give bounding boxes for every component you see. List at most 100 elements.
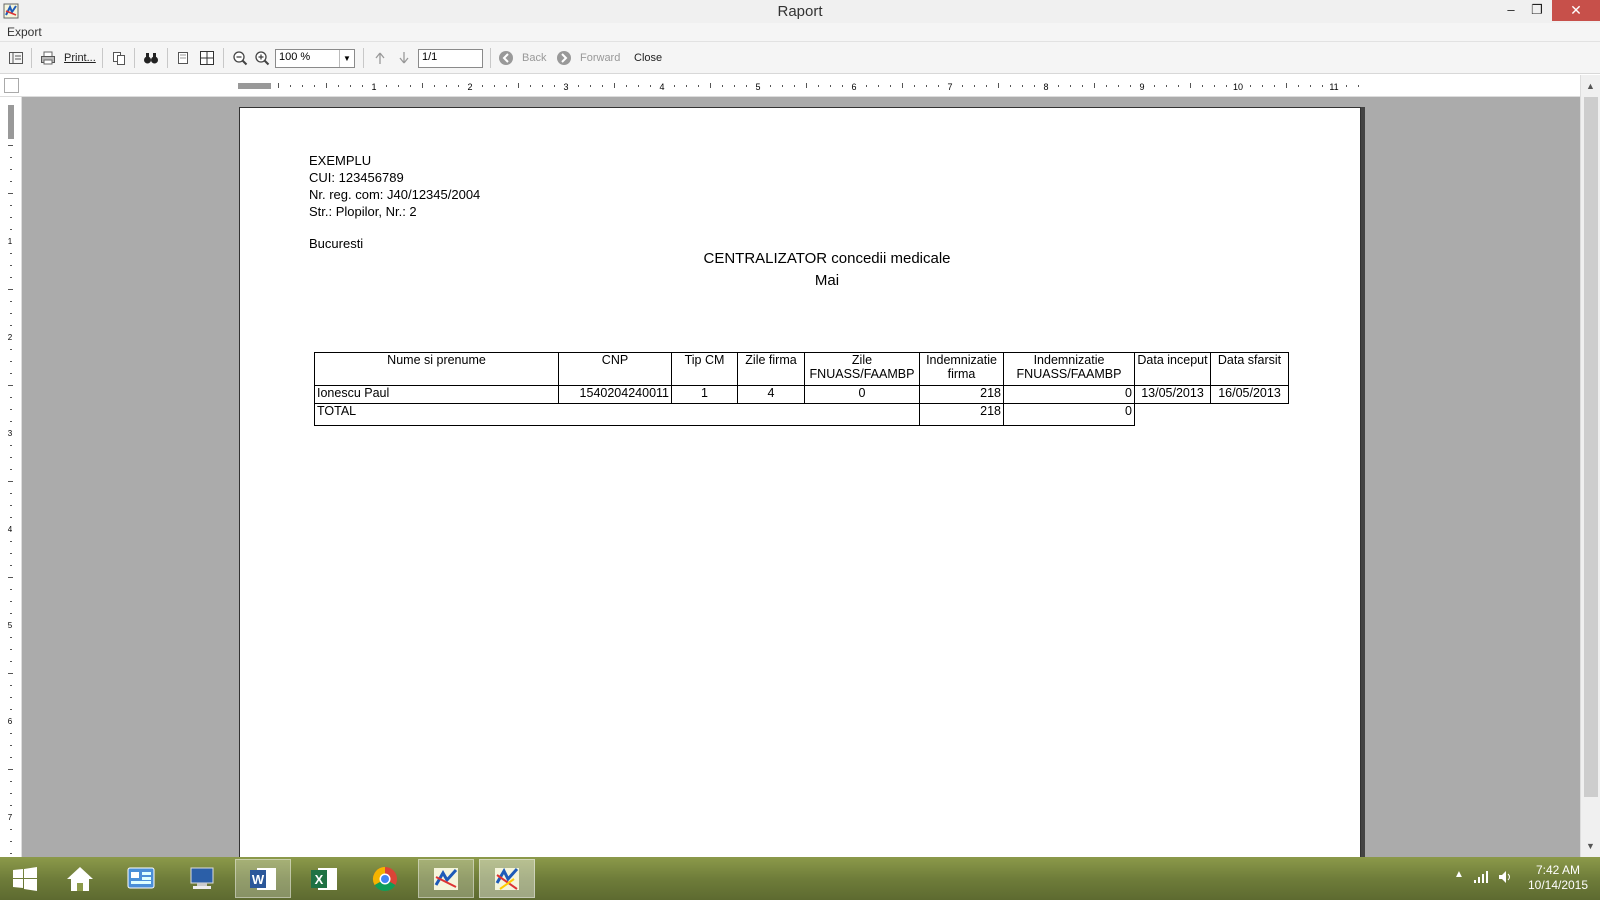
zoom-in-icon[interactable] <box>254 50 270 66</box>
ruler-tick <box>578 85 579 87</box>
ruler-tick <box>554 85 555 87</box>
ruler-label: 2 <box>8 333 13 342</box>
ruler-label: 1 <box>371 82 376 92</box>
volume-icon[interactable] <box>1498 870 1514 884</box>
ruler-label: 10 <box>1233 82 1243 92</box>
table-row: Ionescu Paul 1540204240011 1 4 0 218 0 1… <box>314 385 1289 404</box>
zoom-out-icon[interactable] <box>232 50 248 66</box>
taskbar-chrome[interactable] <box>357 859 413 898</box>
ruler-tick <box>830 85 831 87</box>
windows-logo-icon <box>13 866 37 891</box>
scroll-up-arrow-icon[interactable]: ▲ <box>1581 78 1600 95</box>
ruler-tick <box>1118 85 1119 87</box>
taskbar-app-1[interactable] <box>418 859 474 898</box>
company-address: Str.: Plopilor, Nr.: 2 <box>309 204 417 219</box>
ruler-tick <box>1070 85 1071 87</box>
ruler-tick <box>10 409 12 410</box>
outline-toggle-icon[interactable] <box>8 50 24 66</box>
ruler-tick <box>8 769 13 770</box>
ruler-tick <box>1154 85 1155 87</box>
ruler-tick <box>986 85 987 87</box>
find-binoculars-icon[interactable] <box>143 50 159 66</box>
taskbar-computer[interactable] <box>174 859 230 898</box>
ruler-tick <box>1274 85 1275 87</box>
report-viewport[interactable]: EXEMPLU CUI: 123456789 Nr. reg. com: J40… <box>22 97 1580 857</box>
ruler-tick <box>8 289 13 290</box>
window-title: Raport <box>777 3 823 20</box>
restore-button[interactable]: ❐ <box>1523 0 1551 21</box>
ruler-tick <box>10 829 12 830</box>
ruler-tick <box>8 145 13 146</box>
ruler-tick <box>10 445 12 446</box>
ruler-tick <box>938 85 939 87</box>
column-header: Indemnizatie FNUASS/FAAMBP <box>1003 352 1135 386</box>
start-button[interactable] <box>2 859 48 898</box>
next-page-icon[interactable] <box>396 50 412 66</box>
ruler-margin-marker <box>8 105 14 139</box>
ruler-label: 5 <box>8 621 13 630</box>
ruler-tick <box>386 85 387 87</box>
menu-export[interactable]: Export <box>7 25 42 39</box>
svg-text:X: X <box>315 872 324 887</box>
ruler-tick <box>10 661 12 662</box>
ruler-tick <box>10 169 12 170</box>
ruler-tick <box>926 85 927 87</box>
taskbar-excel[interactable]: X <box>296 859 352 898</box>
taskbar-app-raport[interactable] <box>479 859 535 898</box>
ruler-tick <box>1214 85 1215 87</box>
close-window-button[interactable]: ✕ <box>1552 0 1600 21</box>
vertical-scrollbar[interactable]: ▲ ▼ <box>1580 75 1600 857</box>
ruler-tick <box>974 85 975 87</box>
network-icon[interactable] <box>1473 870 1489 884</box>
ruler-tick <box>10 553 12 554</box>
forward-button[interactable]: Forward <box>580 52 620 68</box>
minimize-button[interactable]: – <box>1497 0 1525 21</box>
vertical-ruler-scale: 1 2 3 4 5 6 7 <box>8 105 14 854</box>
ruler-tick <box>10 853 12 854</box>
ruler-tick <box>8 673 13 674</box>
chrome-icon <box>372 866 397 891</box>
previous-page-icon[interactable] <box>372 50 388 66</box>
taskbar-control-panel[interactable] <box>113 859 169 898</box>
ruler-tick <box>602 85 603 87</box>
ruler-tick <box>806 83 807 88</box>
ruler-tick <box>10 601 12 602</box>
copy-icon[interactable] <box>111 50 127 66</box>
tray-show-hidden-icon[interactable]: ▲ <box>1454 869 1464 880</box>
ruler-tick <box>866 85 867 87</box>
ruler-tick <box>1094 83 1095 88</box>
table-header-row: Nume si prenume CNP Tip CM Zile firma Zi… <box>314 352 1289 386</box>
close-button[interactable]: Close <box>634 52 662 68</box>
ruler-tick <box>10 565 12 566</box>
column-header: Zile firma <box>737 352 805 386</box>
ruler-tick <box>10 757 12 758</box>
ruler-tick <box>458 85 459 87</box>
ruler-tick <box>8 193 13 194</box>
system-clock[interactable]: 7:42 AM 10/14/2015 <box>1520 863 1596 893</box>
scrollbar-thumb[interactable] <box>1584 97 1598 797</box>
column-header: Zile FNUASS/FAAMBP <box>804 352 920 386</box>
forward-arrow-icon[interactable] <box>556 50 572 66</box>
total-indemnizatie-firma: 218 <box>919 403 1004 426</box>
taskbar-word[interactable]: W <box>235 859 291 898</box>
zoom-select[interactable]: 100 % ▼ <box>275 49 355 68</box>
single-page-icon[interactable] <box>175 50 191 66</box>
back-button[interactable]: Back <box>522 52 546 68</box>
ruler-corner-checkbox[interactable] <box>4 78 19 93</box>
taskbar-home[interactable] <box>52 859 108 898</box>
page-number-input[interactable]: 1/1 <box>418 49 483 68</box>
print-button[interactable]: Print... <box>64 52 96 68</box>
ruler-label: 8 <box>1043 82 1048 92</box>
chevron-down-icon[interactable]: ▼ <box>339 50 354 67</box>
scroll-down-arrow-icon[interactable]: ▼ <box>1581 838 1600 855</box>
multi-page-icon[interactable] <box>199 50 215 66</box>
ruler-tick <box>1346 85 1347 87</box>
ruler-tick <box>10 841 12 842</box>
back-arrow-icon[interactable] <box>498 50 514 66</box>
ruler-tick <box>710 83 711 88</box>
ruler-tick <box>350 85 351 87</box>
report-table: Nume si prenume CNP Tip CM Zile firma Zi… <box>314 352 1289 426</box>
printer-icon[interactable] <box>40 50 56 66</box>
ruler-tick <box>10 325 12 326</box>
ruler-tick <box>590 85 591 87</box>
